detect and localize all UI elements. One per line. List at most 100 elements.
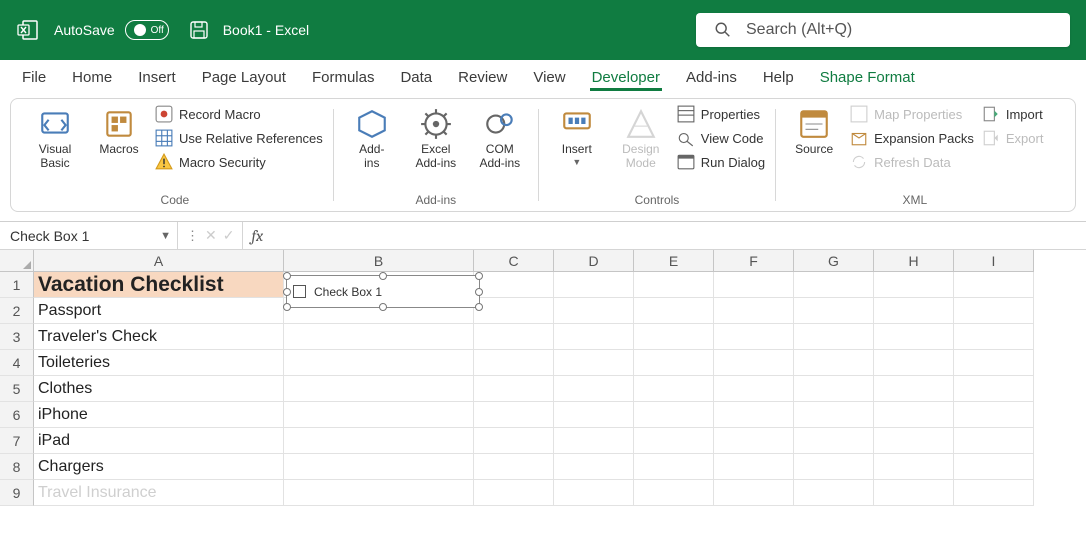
macro-security-button[interactable]: Macro Security — [155, 153, 323, 171]
cell[interactable] — [794, 324, 874, 350]
cell[interactable] — [474, 350, 554, 376]
expansion-packs-button[interactable]: Expansion Packs — [850, 129, 974, 147]
cell[interactable] — [634, 454, 714, 480]
cell[interactable] — [714, 376, 794, 402]
cell[interactable] — [714, 454, 794, 480]
cell[interactable]: Vacation Checklist — [34, 272, 284, 298]
cell[interactable]: Chargers — [34, 454, 284, 480]
col-header-e[interactable]: E — [634, 250, 714, 272]
cell[interactable]: iPhone — [34, 402, 284, 428]
select-all-button[interactable] — [0, 250, 34, 272]
col-header-d[interactable]: D — [554, 250, 634, 272]
tab-file[interactable]: File — [10, 63, 58, 92]
cell[interactable]: Clothes — [34, 376, 284, 402]
cell[interactable] — [954, 272, 1034, 298]
cell[interactable]: Travel Insurance — [34, 480, 284, 506]
cell[interactable] — [474, 428, 554, 454]
tab-developer[interactable]: Developer — [580, 63, 672, 92]
col-header-g[interactable]: G — [794, 250, 874, 272]
cell[interactable] — [954, 428, 1034, 454]
cell[interactable]: Traveler's Check — [34, 324, 284, 350]
cell[interactable] — [954, 454, 1034, 480]
cell[interactable] — [634, 298, 714, 324]
resize-handle[interactable] — [283, 303, 291, 311]
col-header-i[interactable]: I — [954, 250, 1034, 272]
source-button[interactable]: Source — [786, 103, 842, 157]
row-header[interactable]: 5 — [0, 376, 34, 402]
row-header[interactable]: 1 — [0, 272, 34, 298]
cell[interactable] — [554, 376, 634, 402]
cell[interactable] — [554, 428, 634, 454]
cell[interactable] — [954, 402, 1034, 428]
cell[interactable] — [634, 272, 714, 298]
cell[interactable] — [714, 298, 794, 324]
tab-data[interactable]: Data — [388, 63, 444, 92]
cell[interactable] — [874, 428, 954, 454]
tab-page-layout[interactable]: Page Layout — [190, 63, 298, 92]
cell[interactable] — [874, 480, 954, 506]
row-header[interactable]: 6 — [0, 402, 34, 428]
cell[interactable] — [284, 324, 474, 350]
cell[interactable] — [874, 350, 954, 376]
col-header-a[interactable]: A — [34, 250, 284, 272]
row-header[interactable]: 7 — [0, 428, 34, 454]
insert-control-button[interactable]: Insert ▼ — [549, 103, 605, 167]
autosave-toggle[interactable]: Off — [125, 20, 169, 40]
cell[interactable] — [714, 402, 794, 428]
resize-handle[interactable] — [475, 303, 483, 311]
cell[interactable] — [874, 454, 954, 480]
cell[interactable] — [284, 402, 474, 428]
cell[interactable] — [954, 480, 1034, 506]
cell[interactable] — [554, 454, 634, 480]
cell[interactable] — [284, 454, 474, 480]
cell[interactable] — [794, 454, 874, 480]
cell[interactable] — [954, 324, 1034, 350]
cell[interactable] — [554, 324, 634, 350]
cell[interactable]: Passport — [34, 298, 284, 324]
record-macro-button[interactable]: Record Macro — [155, 105, 323, 123]
cell[interactable] — [954, 350, 1034, 376]
row-header[interactable]: 2 — [0, 298, 34, 324]
tab-review[interactable]: Review — [446, 63, 519, 92]
cell[interactable] — [284, 350, 474, 376]
export-button[interactable]: Export — [982, 129, 1044, 147]
cell[interactable] — [634, 350, 714, 376]
com-addins-button[interactable]: COM Add-ins — [472, 103, 528, 171]
col-header-f[interactable]: F — [714, 250, 794, 272]
cell[interactable] — [554, 272, 634, 298]
map-properties-button[interactable]: Map Properties — [850, 105, 974, 123]
cancel-formula-icon[interactable]: ✕ — [205, 227, 217, 244]
cell[interactable] — [794, 298, 874, 324]
cell[interactable] — [954, 376, 1034, 402]
import-button[interactable]: Import — [982, 105, 1044, 123]
cell[interactable]: iPad — [34, 428, 284, 454]
cell[interactable] — [874, 324, 954, 350]
cell[interactable] — [714, 350, 794, 376]
cell[interactable] — [794, 376, 874, 402]
cell[interactable] — [874, 402, 954, 428]
tab-shape-format[interactable]: Shape Format — [808, 63, 927, 92]
cell[interactable] — [474, 402, 554, 428]
tab-formulas[interactable]: Formulas — [300, 63, 387, 92]
resize-handle[interactable] — [283, 288, 291, 296]
cell[interactable] — [714, 272, 794, 298]
autosave[interactable]: AutoSave Off — [54, 20, 169, 40]
cell[interactable] — [714, 480, 794, 506]
cell[interactable] — [794, 350, 874, 376]
design-mode-button[interactable]: Design Mode — [613, 103, 669, 171]
properties-button[interactable]: Properties — [677, 105, 765, 123]
cell[interactable] — [474, 324, 554, 350]
cell[interactable] — [284, 428, 474, 454]
cell[interactable] — [634, 480, 714, 506]
cell[interactable] — [474, 376, 554, 402]
cell[interactable] — [474, 298, 554, 324]
cell[interactable] — [714, 428, 794, 454]
cell[interactable] — [634, 376, 714, 402]
formula-input[interactable] — [271, 222, 1086, 249]
visual-basic-button[interactable]: Visual Basic — [27, 103, 83, 171]
checkbox-form-control[interactable]: Check Box 1 — [286, 275, 480, 308]
chevron-down-icon[interactable]: ▼ — [160, 230, 171, 242]
col-header-c[interactable]: C — [474, 250, 554, 272]
cell[interactable] — [634, 324, 714, 350]
refresh-data-button[interactable]: Refresh Data — [850, 153, 974, 171]
